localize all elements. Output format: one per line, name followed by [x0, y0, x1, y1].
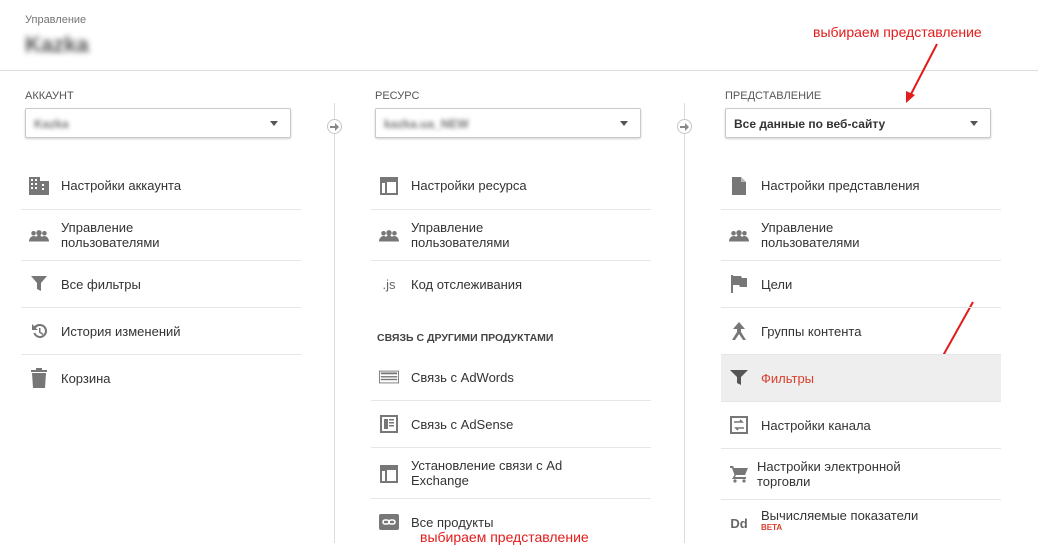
building-icon: [29, 176, 49, 196]
item-label: Фильтры: [761, 371, 815, 386]
adsense-linking-item[interactable]: Связь с AdSense: [371, 401, 651, 448]
property-label: РЕСУРС: [375, 90, 420, 102]
property-user-management-item[interactable]: Управление пользователями: [371, 210, 651, 261]
filters-item[interactable]: Фильтры: [721, 355, 1001, 402]
item-label: Все фильтры: [61, 277, 141, 292]
caret-down-icon: [270, 121, 278, 126]
account-column: АККАУНТ Kazka Настройки аккаунта Управле…: [21, 88, 301, 388]
item-label: Настройки аккаунта: [61, 178, 182, 193]
item-label: Управление пользователями: [411, 220, 510, 250]
item-label: Связь с AdSense: [411, 417, 514, 432]
goals-item[interactable]: Цели: [721, 261, 1001, 308]
dd-icon: Dd: [730, 515, 748, 531]
flag-icon: [729, 274, 749, 294]
channel-settings-item[interactable]: Настройки канала: [721, 402, 1001, 449]
connector-arrow-icon: [677, 119, 692, 134]
channel-icon: [729, 415, 749, 435]
js-icon: .js: [382, 276, 396, 292]
cart-icon: [729, 464, 749, 484]
account-settings-item[interactable]: Настройки аккаунта: [21, 162, 301, 210]
adwords-linking-item[interactable]: Связь с AdWords: [371, 354, 651, 401]
adexchange-linking-item[interactable]: Установление связи с Ad Exchange: [371, 448, 651, 499]
item-label: Настройки канала: [761, 418, 871, 433]
content-grouping-item[interactable]: Группы контента: [721, 308, 1001, 355]
adexchange-icon: [379, 464, 399, 484]
item-label: Настройки ресурса: [411, 178, 527, 193]
calculated-metrics-text: Вычисляемые показатели BETA: [761, 508, 918, 533]
link-icon: [379, 512, 399, 532]
account-trash-item[interactable]: Корзина: [21, 355, 301, 402]
connector-arrow-icon: [327, 119, 342, 134]
document-icon: [729, 176, 749, 196]
filter-icon: [29, 274, 49, 294]
history-icon: [29, 321, 49, 341]
item-label: Настройки представления: [761, 178, 920, 193]
item-label: Цели: [761, 277, 793, 292]
trash-icon: [29, 368, 49, 388]
divider-property-view: [684, 103, 685, 543]
adsense-icon: [379, 414, 399, 434]
adwords-icon: [379, 367, 399, 387]
item-label: Вычисляемые показатели: [761, 508, 919, 523]
all-products-item[interactable]: Все продукты: [371, 499, 651, 546]
caret-down-icon: [620, 121, 628, 126]
account-all-filters-item[interactable]: Все фильтры: [21, 261, 301, 308]
item-label: Установление связи с Ad Exchange: [411, 458, 563, 488]
product-linking-section: СВЯЗЬ С ДРУГИМИ ПРОДУКТАМИ: [371, 308, 651, 354]
users-icon: [379, 226, 399, 246]
calculated-metrics-item[interactable]: Dd Вычисляемые показатели BETA: [721, 500, 1001, 547]
account-user-management-item[interactable]: Управление пользователями: [21, 210, 301, 261]
divider-account-property: [334, 103, 335, 543]
annotation-top: выбираем представление: [813, 24, 982, 40]
view-settings-item[interactable]: Настройки представления: [721, 162, 1001, 210]
view-column: ПРЕДСТАВЛЕНИЕ Все данные по веб-сайту На…: [721, 88, 1001, 532]
account-change-history-item[interactable]: История изменений: [21, 308, 301, 355]
account-label: АККАУНТ: [25, 90, 74, 102]
header-subtitle: Управление: [25, 14, 87, 26]
property-selected-value: kazka.ua_NEW: [384, 117, 469, 131]
item-label: Связь с AdWords: [411, 370, 514, 385]
window-icon: [379, 176, 399, 196]
item-label: Управление пользователями: [761, 220, 860, 250]
property-settings-item[interactable]: Настройки ресурса: [371, 162, 651, 210]
item-label: История изменений: [61, 324, 181, 339]
account-title: Kazka: [25, 32, 89, 57]
beta-badge: BETA: [761, 523, 783, 532]
item-label: Управление пользователями: [61, 220, 160, 250]
view-selected-value: Все данные по веб-сайту: [734, 117, 886, 131]
item-label: Все продукты: [411, 515, 494, 530]
view-label: ПРЕДСТАВЛЕНИЕ: [725, 90, 822, 102]
users-icon: [29, 226, 49, 246]
item-label: Группы контента: [761, 324, 862, 339]
property-selector[interactable]: kazka.ua_NEW: [375, 108, 641, 138]
view-selector[interactable]: Все данные по веб-сайту: [725, 108, 991, 138]
content-group-icon: [729, 321, 749, 341]
filter-icon: [729, 368, 749, 388]
account-selector[interactable]: Kazka: [25, 108, 291, 138]
view-user-management-item[interactable]: Управление пользователями: [721, 210, 1001, 261]
item-label: Код отслеживания: [411, 277, 523, 292]
item-label: Настройки электронной торговли: [757, 459, 901, 489]
account-selected-value: Kazka: [34, 117, 69, 131]
product-linking-heading: СВЯЗЬ С ДРУГИМИ ПРОДУКТАМИ: [377, 332, 554, 344]
item-label: Корзина: [61, 371, 111, 386]
ecommerce-settings-item[interactable]: Настройки электронной торговли: [721, 449, 1001, 500]
property-column: РЕСУРС kazka.ua_NEW Настройки ресурса Уп…: [371, 88, 651, 530]
users-icon: [729, 226, 749, 246]
tracking-code-item[interactable]: .js Код отслеживания: [371, 261, 651, 308]
caret-down-icon: [970, 121, 978, 126]
